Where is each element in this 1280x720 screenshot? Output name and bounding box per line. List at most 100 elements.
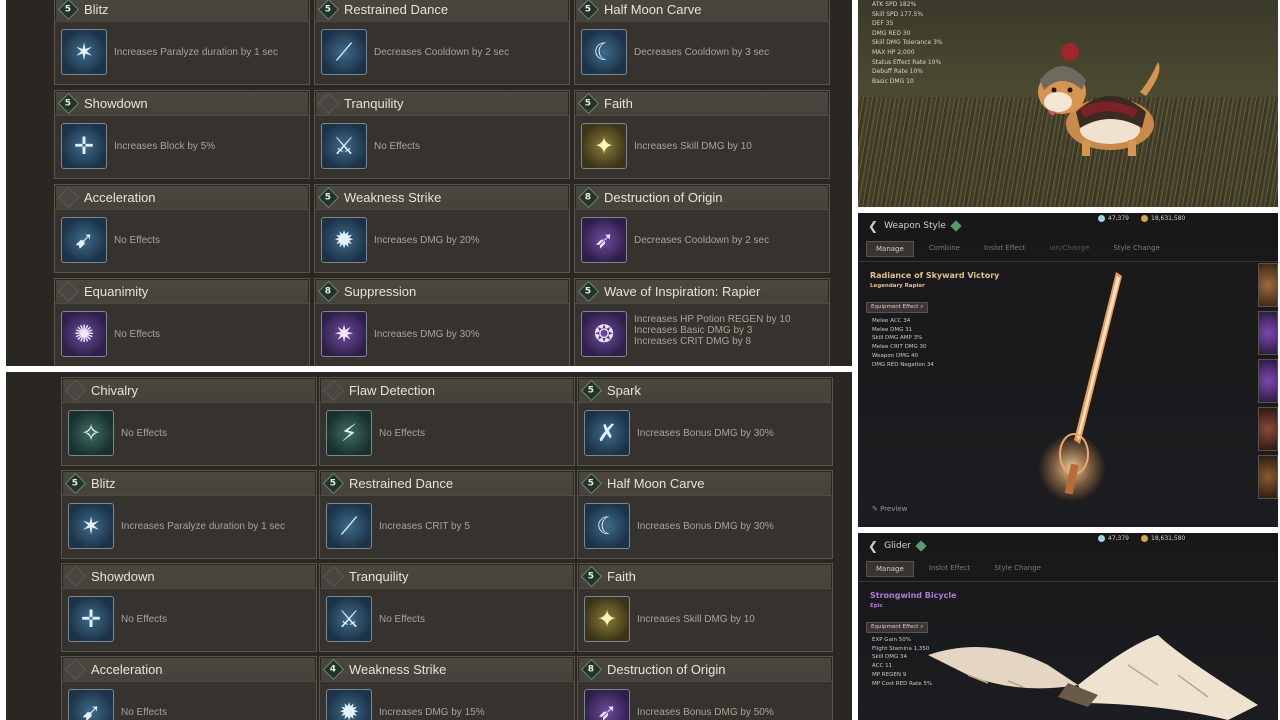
skill-card[interactable]: Tranquility ⚔ No Effects	[319, 563, 575, 652]
equipment-effect-button[interactable]: Equipment Effect ⌕	[866, 302, 929, 313]
equipment-slot-2[interactable]	[1258, 311, 1278, 355]
skill-name: Tranquility	[349, 568, 409, 584]
skill-level-badge: 8	[577, 186, 600, 208]
preview-label: Preview	[880, 505, 908, 513]
diamond-icon	[1098, 215, 1105, 222]
tab-manage[interactable]: Manage	[866, 241, 914, 257]
skill-card[interactable]: 5 Restrained Dance ⟋ Decreases Cooldown by …	[314, 0, 570, 85]
skill-card[interactable]: Acceleration ➹ No Effects	[61, 656, 317, 720]
stat-line: Skill DMG AMP 3%	[872, 335, 923, 342]
skill-card[interactable]: 5 Half Moon Carve ☾ Increases Bonus DMG by …	[577, 470, 833, 559]
skill-card-body: ⚔ No Effects	[315, 115, 569, 178]
equipment-slot-3[interactable]	[1258, 359, 1278, 403]
skill-card[interactable]: Showdown ✛ No Effects	[61, 563, 317, 652]
skill-card-header: 5 Half Moon Carve	[577, 0, 825, 20]
skill-effect-line: No Effects	[114, 235, 160, 246]
tab-manage[interactable]: Manage	[866, 561, 914, 577]
skill-card[interactable]: 5 Blitz ✶ Increases Paralyze duration by 1 …	[54, 0, 310, 85]
equipment-slot-4[interactable]	[1258, 407, 1278, 451]
skill-effect-line: Increases Block by 5%	[114, 141, 216, 152]
skill-effect-line: Increases DMG by 20%	[374, 235, 480, 246]
skill-effect-text: Increases DMG by 15%	[379, 707, 570, 718]
skill-card[interactable]: 5 Wave of Inspiration: Rapier ❂ Increases H…	[574, 278, 830, 366]
skill-card[interactable]: 5 Spark ✗ Increases Bonus DMG by 30%	[577, 377, 833, 466]
skill-card-body: ➶ Increases Bonus DMG by 50%	[578, 681, 832, 720]
stat-line: MP REGEN 9	[872, 671, 907, 678]
stat-line: Melee DMG 31	[872, 326, 913, 333]
skill-card-body: ✺ No Effects	[55, 303, 309, 366]
showdown-icon: ✛	[61, 123, 107, 169]
acceleration-icon: ➹	[68, 689, 114, 720]
skill-effect-text: Increases Paralyze duration by 1 sec	[121, 521, 312, 532]
skill-card[interactable]: Chivalry ✧ No Effects	[61, 377, 317, 466]
skill-level-badge: 5	[64, 472, 87, 494]
skill-card-body: ✛ No Effects	[62, 588, 316, 651]
skill-card[interactable]: 5 Blitz ✶ Increases Paralyze duration by 1 …	[61, 470, 317, 559]
weapon-tabs: Manage Combine Inslot Effect ion/Change Styl…	[866, 241, 1169, 257]
skill-card[interactable]: 5 Showdown ✛ Increases Block by 5%	[54, 90, 310, 179]
spark-icon: ✗	[584, 410, 630, 456]
skill-effect-text: No Effects	[379, 614, 570, 625]
back-arrow-icon[interactable]: ❮	[868, 219, 878, 233]
skill-level-value: 5	[330, 477, 337, 488]
skill-card-body: ✗ Increases Bonus DMG by 30%	[578, 402, 832, 465]
preview-button[interactable]: ✎ Preview	[872, 505, 907, 513]
stat-line: Skill DMG 34	[872, 654, 907, 661]
armored-corgi-pet-image	[1038, 43, 1160, 156]
blitz-icon: ✶	[68, 503, 114, 549]
skills-panel-bottom: Chivalry ✧ No Effects Flaw Detection ⚡ No Eff…	[6, 372, 852, 720]
skill-effect-text: Decreases Cooldown by 3 sec	[634, 47, 825, 58]
skill-effect-text: Increases Bonus DMG by 30%	[637, 428, 828, 439]
tab-style-change[interactable]: Style Change	[985, 561, 1050, 577]
skill-card[interactable]: 5 Half Moon Carve ☾ Decreases Cooldown by 3…	[574, 0, 830, 85]
tranquility-icon: ⚔	[326, 596, 372, 642]
skill-card-body: ✶ Increases Paralyze duration by 1 sec	[62, 495, 316, 558]
skill-card[interactable]: 5 Restrained Dance ⟋ Increases CRIT by 5	[319, 470, 575, 559]
tab-inslot-effect[interactable]: Inslot Effect	[975, 241, 1035, 257]
skill-card[interactable]: 8 Suppression ✷ Increases DMG by 30%	[314, 278, 570, 366]
skill-card-body: ➶ Decreases Cooldown by 2 sec	[575, 209, 829, 272]
glider-wing-image	[928, 635, 1258, 720]
skill-name: Acceleration	[91, 661, 163, 677]
restrained-dance-icon: ⟋	[326, 503, 372, 549]
weapon-stat-list: Melee ACC 34 Melee DMG 31 Skill DMG AMP 3%…	[872, 317, 934, 369]
skill-card[interactable]: Tranquility ⚔ No Effects	[314, 90, 570, 179]
glider-tabs: Manage Inslot Effect Style Change	[866, 561, 1050, 577]
skill-effect-line: Decreases Cooldown by 2 sec	[634, 235, 770, 246]
skill-card[interactable]: 8 Destruction of Origin ➶ Increases Bonus D…	[577, 656, 833, 720]
skill-card[interactable]: 5 Weakness Strike ✹ Increases DMG by 20%	[314, 184, 570, 273]
stat-line: DMG RED 30	[872, 29, 911, 37]
skill-card-header: 5 Faith	[580, 565, 828, 587]
stat-line: DMG RED Negation 34	[872, 361, 934, 368]
diamond-icon	[1098, 535, 1105, 542]
back-arrow-icon[interactable]: ❮	[868, 539, 878, 553]
skill-card-header: 5 Blitz	[64, 472, 312, 494]
equipment-effect-button[interactable]: Equipment Effect ⌕	[866, 622, 929, 633]
skill-card-header: 5 Half Moon Carve	[580, 472, 828, 494]
tab-combine[interactable]: Combine	[920, 241, 969, 257]
equipment-slot-1[interactable]	[1258, 263, 1278, 307]
tab-inslot-effect[interactable]: Inslot Effect	[920, 561, 980, 577]
skill-card[interactable]: 4 Weakness Strike ✹ Increases DMG by 15%	[319, 656, 575, 720]
blitz-icon: ✶	[61, 29, 107, 75]
skill-level-badge: 5	[577, 280, 600, 302]
skill-card[interactable]: Equanimity ✺ No Effects	[54, 278, 310, 366]
skill-name: Blitz	[84, 1, 109, 17]
skill-card[interactable]: 8 Destruction of Origin ➶ Decreases Cooldow…	[574, 184, 830, 273]
gem-icon	[950, 220, 962, 232]
skill-level-badge	[57, 186, 80, 208]
skill-card-header: 5 Showdown	[57, 92, 305, 114]
skill-card[interactable]: Flaw Detection ⚡ No Effects	[319, 377, 575, 466]
half-moon-carve-icon: ☾	[581, 29, 627, 75]
tab-divider	[858, 261, 1278, 262]
tab-ion-change[interactable]: ion/Change	[1040, 241, 1098, 257]
stat-line: MAX HP 2,000	[872, 48, 915, 56]
skill-name: Spark	[607, 382, 641, 398]
skill-card[interactable]: Acceleration ➹ No Effects	[54, 184, 310, 273]
skill-card[interactable]: 5 Faith ✦ Increases Skill DMG by 10	[574, 90, 830, 179]
skill-effect-line: Decreases Cooldown by 2 sec	[374, 47, 510, 58]
tab-style-change[interactable]: Style Change	[1104, 241, 1169, 257]
weapon-item-name: Radiance of Skyward Victory	[870, 271, 1000, 280]
equipment-slot-5[interactable]	[1258, 455, 1278, 499]
skill-card[interactable]: 5 Faith ✦ Increases Skill DMG by 10	[577, 563, 833, 652]
